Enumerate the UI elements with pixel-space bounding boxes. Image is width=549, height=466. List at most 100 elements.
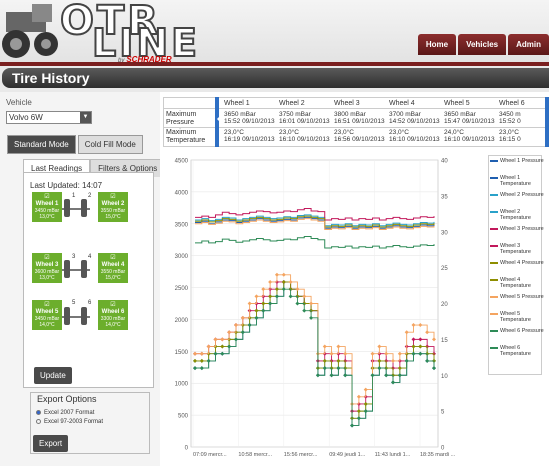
row-label-line: Pressure bbox=[166, 119, 195, 126]
radio-selected-icon[interactable] bbox=[36, 410, 41, 415]
legend-marker bbox=[490, 228, 498, 230]
x-axis-tick-label: 18:35 mardi ... bbox=[420, 452, 456, 458]
vehicle-select[interactable]: Volvo 6W ▼ bbox=[6, 111, 92, 124]
max-temperature-time: 16:56 09/10/2013 bbox=[334, 136, 385, 143]
checkbox-icon[interactable]: ☑ bbox=[98, 255, 128, 261]
tyre-icon bbox=[64, 260, 70, 278]
right-axis-tick-label: 5 bbox=[441, 410, 445, 416]
wheel-column-header: Wheel 1 bbox=[224, 100, 250, 107]
otr-line-logo: OTR LINE by SCHRADER bbox=[0, 0, 198, 66]
export-option-excel-97[interactable]: Excel 97-2003 Format bbox=[36, 419, 103, 425]
wheel-column-header: Wheel 2 bbox=[279, 100, 305, 107]
max-pressure-time: 16:01 09/10/2013 bbox=[279, 118, 330, 125]
x-axis-tick-label: 11:43 lundi 1... bbox=[375, 452, 411, 458]
legend-marker bbox=[490, 313, 498, 315]
max-temperature-time: 16:10 09/10/2013 bbox=[279, 136, 330, 143]
wheel-tile-6[interactable]: ☑ Wheel 6 3300 mBar 14,0°C bbox=[98, 300, 128, 330]
export-option-excel-2007[interactable]: Excel 2007 Format bbox=[36, 410, 94, 416]
legend-item[interactable]: Wheel 2 Pressure bbox=[490, 192, 544, 198]
wheel-name: Wheel 6 bbox=[101, 309, 125, 315]
wheel-position-number: 4 bbox=[88, 254, 92, 260]
right-axis-tick-label: 0 bbox=[441, 446, 445, 452]
legend-item[interactable]: Wheel 3 Temperature bbox=[490, 243, 549, 255]
table-scroll-right[interactable] bbox=[545, 97, 549, 147]
left-axis-tick-label: 1500 bbox=[175, 350, 189, 356]
export-option-label: Excel 97-2003 Format bbox=[44, 419, 104, 426]
legend-item[interactable]: Wheel 1 Temperature bbox=[490, 175, 549, 187]
right-axis-tick-label: 35 bbox=[441, 194, 448, 200]
tyre-icon bbox=[64, 307, 70, 325]
checkbox-icon[interactable]: ☑ bbox=[98, 194, 128, 200]
wheel-column-header: Wheel 3 bbox=[334, 100, 360, 107]
checkbox-icon[interactable]: ☑ bbox=[98, 302, 128, 308]
wheel-tile-4[interactable]: ☑ Wheel 4 3550 mBar 15,0°C bbox=[98, 253, 128, 283]
wheel-name: Wheel 1 bbox=[35, 201, 59, 207]
max-temperature-time: 16:10 09/10/2013 bbox=[444, 136, 495, 143]
legend-label: Wheel 3 Temperature bbox=[500, 243, 531, 255]
page-title-bar: Tire History bbox=[2, 68, 549, 88]
legend-label: Wheel 6 Temperature bbox=[500, 345, 531, 357]
wheel-name: Wheel 5 bbox=[35, 309, 59, 315]
max-pressure-time: 16:51 09/10/2013 bbox=[334, 118, 385, 125]
wheel-position-number: 3 bbox=[72, 254, 76, 260]
wheel-temp: 15,0°C bbox=[105, 214, 121, 220]
vehicle-select-value: Volvo 6W bbox=[9, 113, 43, 122]
wheel-tile-1[interactable]: ☑ Wheel 1 3450 mBar 13,0°C bbox=[32, 192, 62, 222]
max-pressure-time: 15:52 09/10/2013 bbox=[224, 118, 275, 125]
header-divider bbox=[0, 62, 549, 66]
truck-icon bbox=[2, 4, 58, 58]
tyre-icon bbox=[81, 307, 87, 325]
update-button[interactable]: Update bbox=[34, 367, 72, 384]
cold-fill-mode-button[interactable]: Cold Fill Mode bbox=[77, 135, 143, 154]
legend-label: Wheel 6 Pressure bbox=[500, 328, 544, 334]
wheel-temp: 14,0°C bbox=[39, 322, 55, 328]
wheel-column-header: Wheel 5 bbox=[444, 100, 470, 107]
legend-item[interactable]: Wheel 5 Pressure bbox=[490, 294, 544, 300]
legend-item[interactable]: Wheel 4 Temperature bbox=[490, 277, 549, 289]
x-axis-tick-label: 10:58 mercr... bbox=[238, 452, 272, 458]
checkbox-icon[interactable]: ☑ bbox=[32, 255, 62, 261]
legend-item[interactable]: Wheel 2 Temperature bbox=[490, 209, 549, 221]
scroll-left-arrow-icon[interactable] bbox=[217, 114, 222, 124]
tyre-icon bbox=[64, 199, 70, 217]
wheel-position-number: 1 bbox=[72, 193, 76, 199]
wheel-name: Wheel 3 bbox=[35, 262, 59, 268]
tyre-icon bbox=[81, 199, 87, 217]
export-option-label: Excel 2007 Format bbox=[44, 410, 95, 417]
x-axis-tick-label: 09:49 jeudi 1... bbox=[329, 452, 366, 458]
mode-toggle: Standard Mode Cold Fill Mode bbox=[7, 135, 143, 154]
max-pressure-time: 15:47 09/10/2013 bbox=[444, 118, 495, 125]
last-updated-text: Last Updated: 14:07 bbox=[30, 181, 103, 190]
legend-item[interactable]: Wheel 6 Temperature bbox=[490, 345, 549, 357]
page-title: Tire History bbox=[12, 70, 90, 86]
legend-item[interactable]: Wheel 5 Temperature bbox=[490, 311, 549, 323]
radio-icon[interactable] bbox=[36, 419, 41, 424]
legend-item[interactable]: Wheel 3 Pressure bbox=[490, 226, 544, 232]
legend-label: Wheel 1 Pressure bbox=[500, 158, 544, 164]
legend-item[interactable]: Wheel 4 Pressure bbox=[490, 260, 544, 266]
left-axis-tick-label: 1000 bbox=[175, 382, 189, 388]
checkbox-icon[interactable]: ☑ bbox=[32, 302, 62, 308]
nav-admin-button[interactable]: Admin bbox=[508, 34, 549, 55]
right-axis-tick-label: 30 bbox=[441, 230, 448, 236]
legend-marker bbox=[490, 245, 498, 247]
wheel-temp: 13,0°C bbox=[39, 214, 55, 220]
wheel-tile-3[interactable]: ☑ Wheel 3 3600 mBar 13,0°C bbox=[32, 253, 62, 283]
chevron-down-icon: ▼ bbox=[80, 112, 91, 123]
legend-label: Wheel 2 Pressure bbox=[500, 192, 544, 198]
wheel-tile-2[interactable]: ☑ Wheel 2 3550 mBar 15,0°C bbox=[98, 192, 128, 222]
checkbox-icon[interactable]: ☑ bbox=[32, 194, 62, 200]
row-label-line: Maximum bbox=[166, 129, 197, 136]
table-divider bbox=[163, 127, 549, 128]
legend-label: Wheel 1 Temperature bbox=[500, 175, 531, 187]
wheel-tile-5[interactable]: ☑ Wheel 5 3450 mBar 14,0°C bbox=[32, 300, 62, 330]
nav-home-button[interactable]: Home bbox=[417, 34, 457, 55]
nav-vehicles-button[interactable]: Vehicles bbox=[458, 34, 507, 55]
legend-item[interactable]: Wheel 1 Pressure bbox=[490, 158, 544, 164]
export-button[interactable]: Export bbox=[33, 435, 69, 452]
row-label-line: Temperature bbox=[166, 137, 206, 144]
legend-item[interactable]: Wheel 6 Pressure bbox=[490, 328, 544, 334]
max-temperature-time: 16:19 09/10/2013 bbox=[224, 136, 275, 143]
standard-mode-button[interactable]: Standard Mode bbox=[7, 135, 76, 154]
legend-marker bbox=[490, 177, 498, 179]
